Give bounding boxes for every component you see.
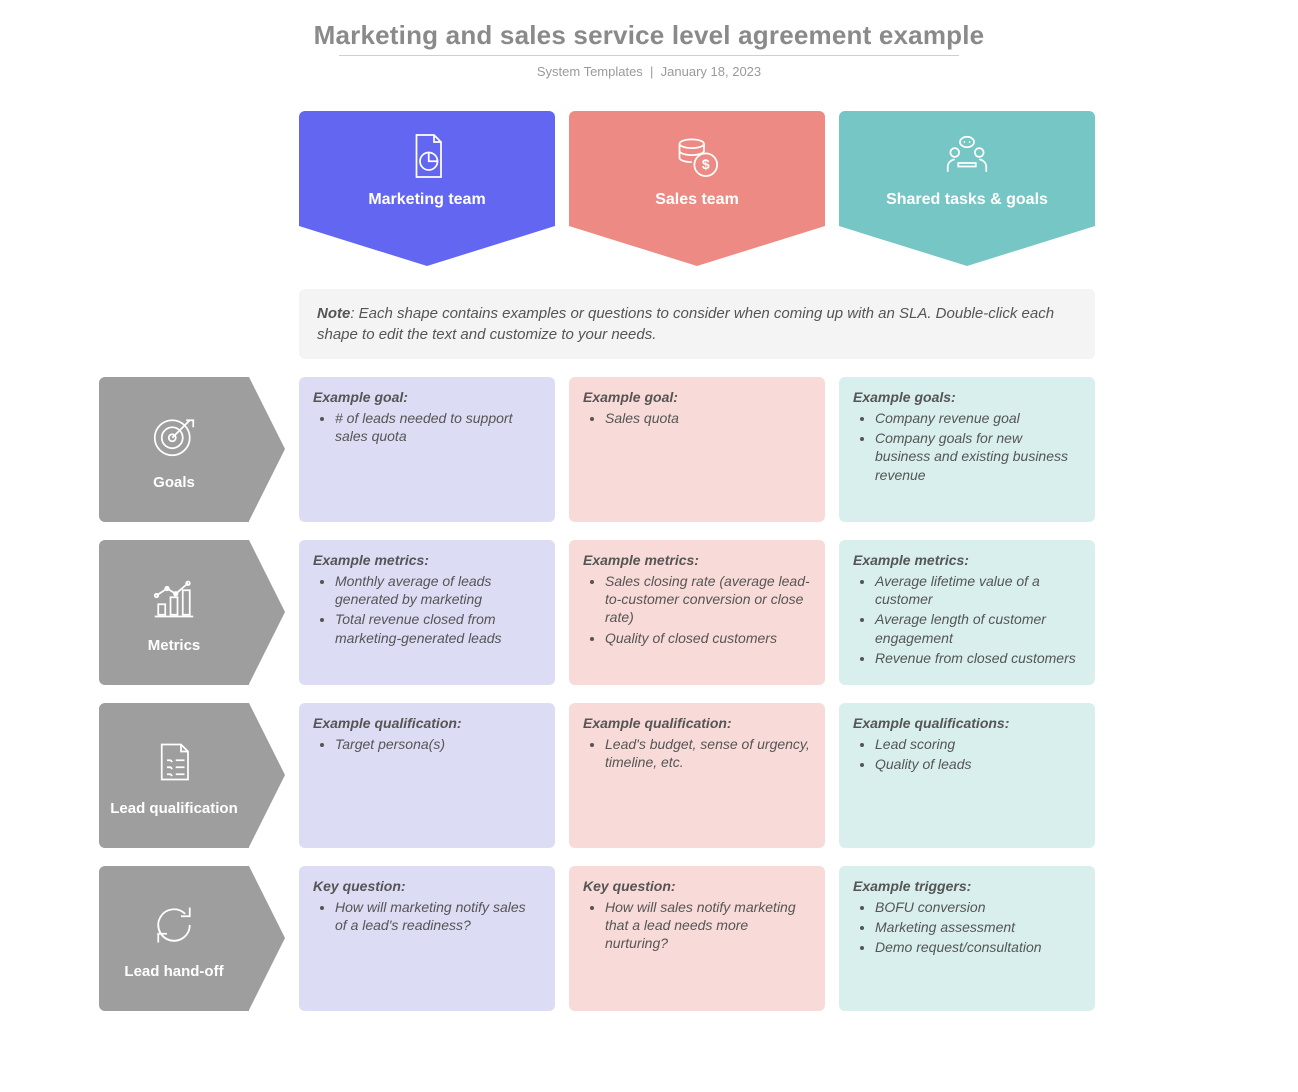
list-item: Sales quota [605,409,811,427]
title-block: Marketing and sales service level agreem… [99,20,1199,79]
column-header-shared[interactable]: Shared tasks & goals [839,111,1095,271]
cell-lead: Example qualification: [583,715,811,731]
column-header-sales[interactable]: $ Sales team [569,111,825,271]
cell-lead: Example qualifications: [853,715,1081,731]
list-item: How will sales notify marketing that a l… [605,898,811,953]
cell-handoff-shared[interactable]: Example triggers: BOFU conversion Marketi… [839,866,1095,1011]
sla-grid: Marketing team $ Sales team Shared tasks… [99,111,1199,1011]
cell-metrics-marketing[interactable]: Example metrics: Monthly average of lead… [299,540,555,685]
note-label: Note [317,305,350,322]
cell-list: Lead scoring Quality of leads [853,735,1081,773]
cell-list: Average lifetime value of a customerAver… [853,572,1081,667]
cell-lead: Key question: [313,878,541,894]
row-label: Metrics [148,637,201,654]
cell-qual-marketing[interactable]: Example qualification: Target persona(s) [299,703,555,848]
list-item: Demo request/consultation [875,938,1081,956]
spacer [99,289,285,359]
list-item: # of leads needed to support sales quota [335,409,541,445]
row-header-lead-qualification[interactable]: Lead qualification [99,703,285,848]
cell-list: # of leads needed to support sales quota [313,409,541,445]
list-item: Lead scoring [875,735,1081,753]
cell-lead: Key question: [583,878,811,894]
page-title: Marketing and sales service level agreem… [99,20,1199,51]
cell-metrics-sales[interactable]: Example metrics: Sales closing rate (ave… [569,540,825,685]
diagram-canvas: Marketing and sales service level agreem… [99,20,1199,1011]
list-item: Quality of leads [875,755,1081,773]
row-header-lead-handoff[interactable]: Lead hand-off [99,866,285,1011]
list-item: Target persona(s) [335,735,541,753]
column-header-marketing[interactable]: Marketing team [299,111,555,271]
column-label: Marketing team [299,191,555,209]
cell-list: Sales quota [583,409,811,427]
cell-list: Monthly average of leads generated by ma… [313,572,541,647]
cell-qual-shared[interactable]: Example qualifications: Lead scoring Qual… [839,703,1095,848]
list-item: Total revenue closed from marketing-gene… [335,610,541,646]
spacer [99,111,285,271]
list-item: Average length of customer engagement [875,610,1081,646]
list-item: BOFU conversion [875,898,1081,916]
cell-list: BOFU conversion Marketing assessment Demo … [853,898,1081,957]
row-header-metrics[interactable]: Metrics [99,540,285,685]
list-item: Sales closing rate (average lead-to-cust… [605,572,811,627]
row-header-goals[interactable]: Goals [99,377,285,522]
document-pie-icon [299,121,555,191]
target-icon [146,408,202,468]
list-item: Monthly average of leads generated by ma… [335,572,541,608]
cell-lead: Example metrics: [583,552,811,568]
cell-metrics-shared[interactable]: Example metrics: Average lifetime value … [839,540,1095,685]
cell-lead: Example metrics: [313,552,541,568]
coins-dollar-icon: $ [569,121,825,191]
note-box[interactable]: Note: Each shape contains examples or qu… [299,289,1095,359]
cell-goals-shared[interactable]: Example goals: Company revenue goalCompa… [839,377,1095,522]
cell-list: How will sales notify marketing that a l… [583,898,811,953]
cell-goals-marketing[interactable]: Example goal: # of leads needed to suppo… [299,377,555,522]
title-rule [339,55,959,56]
page-meta: System Templates | January 18, 2023 [99,64,1199,79]
cell-lead: Example triggers: [853,878,1081,894]
meta-source: System Templates [537,64,643,79]
meta-sep: | [650,64,653,79]
list-item: Company goals for new business and exist… [875,429,1081,484]
column-label: Sales team [569,191,825,209]
list-item: How will marketing notify sales of a lea… [335,898,541,934]
bar-chart-icon [146,571,202,631]
cell-list: How will marketing notify sales of a lea… [313,898,541,934]
row-label: Lead qualification [110,800,238,817]
cell-list: Target persona(s) [313,735,541,753]
column-label: Shared tasks & goals [839,191,1095,209]
note-text: : Each shape contains examples or questi… [317,305,1054,343]
cell-lead: Example goal: [313,389,541,405]
list-item: Quality of closed customers [605,629,811,647]
cell-list: Company revenue goal Company goals for ne… [853,409,1081,484]
cell-list: Lead's budget, sense of urgency, timelin… [583,735,811,771]
refresh-icon [146,897,202,957]
cell-handoff-sales[interactable]: Key question: How will sales notify mark… [569,866,825,1011]
meta-date: January 18, 2023 [661,64,761,79]
row-label: Goals [153,474,195,491]
checklist-icon [146,734,202,794]
cell-handoff-marketing[interactable]: Key question: How will marketing notify … [299,866,555,1011]
svg-text:$: $ [702,156,710,172]
cell-lead: Example goals: [853,389,1081,405]
list-item: Lead's budget, sense of urgency, timelin… [605,735,811,771]
cell-goals-sales[interactable]: Example goal: Sales quota [569,377,825,522]
cell-list: Sales closing rate (average lead-to-cust… [583,572,811,647]
list-item: Revenue from closed customers [875,649,1081,667]
meeting-icon [839,121,1095,191]
cell-lead: Example goal: [583,389,811,405]
cell-lead: Example metrics: [853,552,1081,568]
list-item: Company revenue goal [875,409,1081,427]
cell-qual-sales[interactable]: Example qualification: Lead's budget, se… [569,703,825,848]
list-item: Average lifetime value of a customer [875,572,1081,608]
row-label: Lead hand-off [124,963,223,980]
cell-lead: Example qualification: [313,715,541,731]
list-item: Marketing assessment [875,918,1081,936]
